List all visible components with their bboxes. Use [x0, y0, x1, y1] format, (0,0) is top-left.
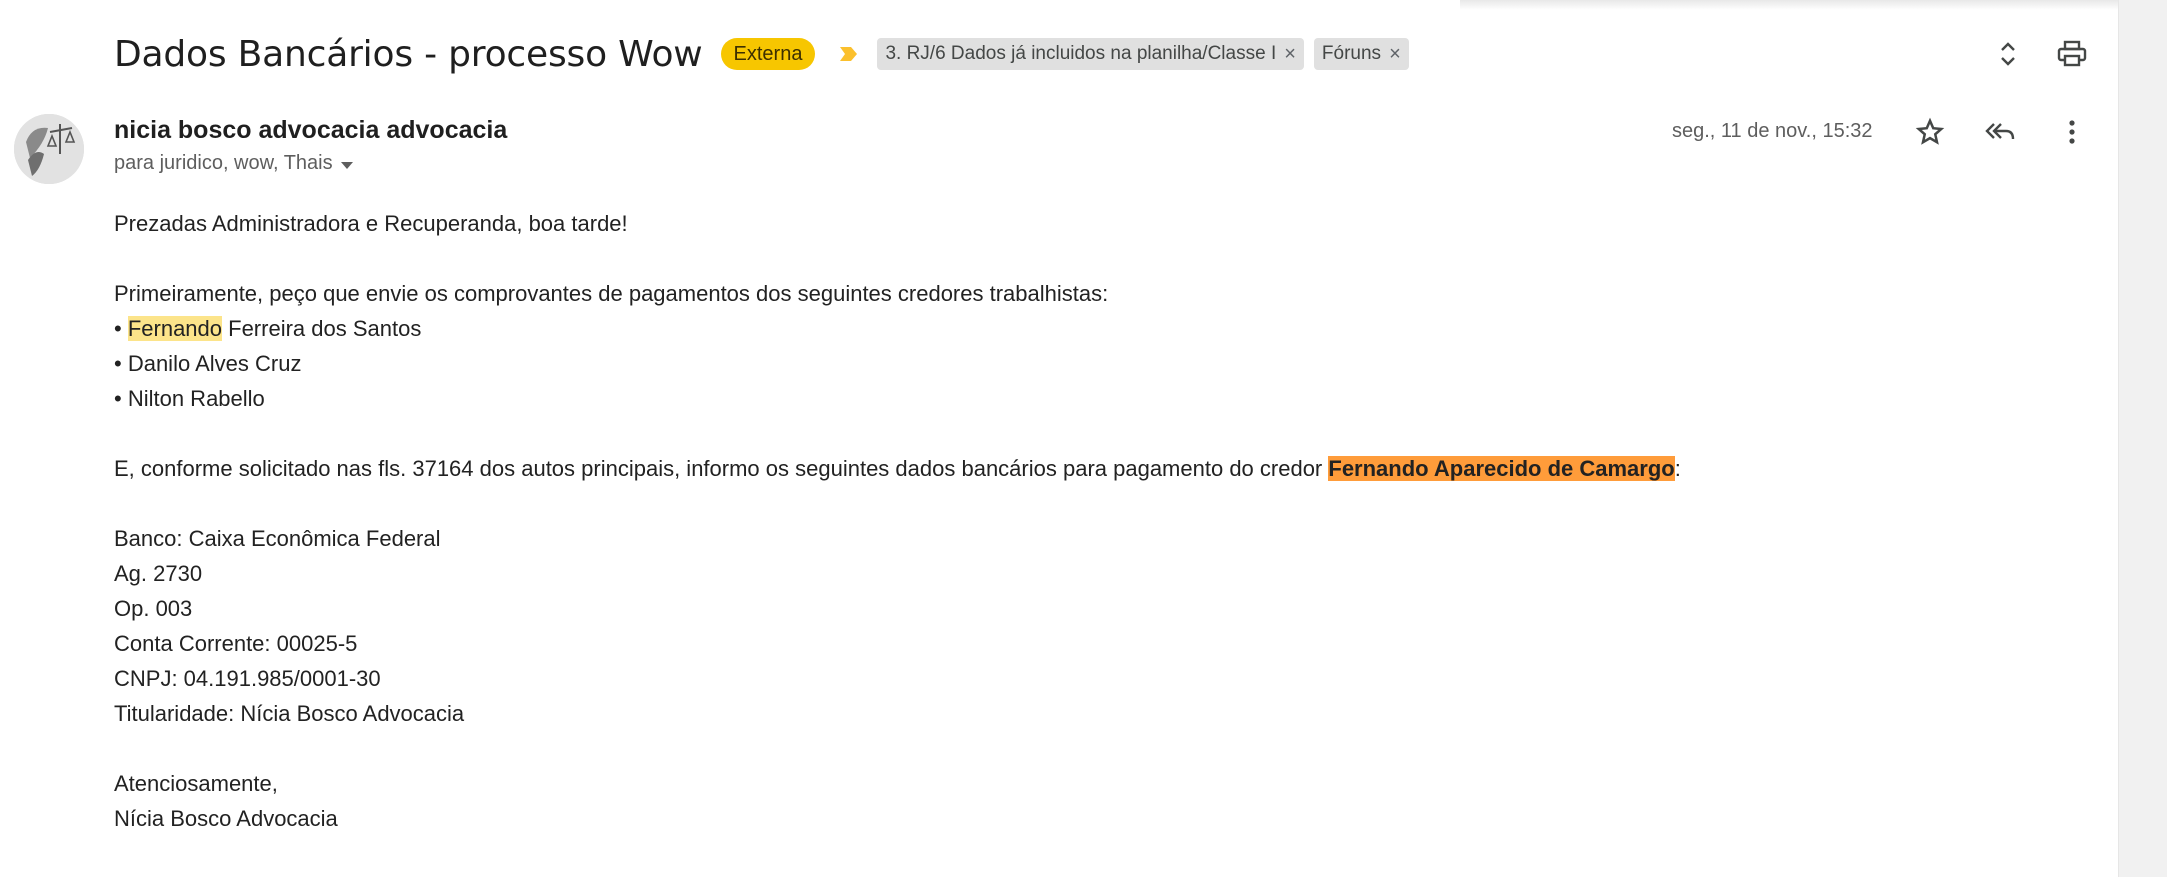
highlighted-creditor: Fernando Aparecido de Camargo	[1328, 456, 1675, 481]
bank-line-holder: Titularidade: Nícia Bosco Advocacia	[114, 701, 465, 726]
unfold-icon[interactable]	[1988, 34, 2028, 74]
request-suffix: :	[1674, 456, 1681, 481]
email-date: seg., 11 de nov., 15:32	[1672, 120, 1873, 142]
sender-name[interactable]: nicia bosco advocacia advocacia	[114, 116, 507, 145]
scrollbar[interactable]	[2118, 0, 2167, 877]
subject-row: Dados Bancários - processo Wow Externa 3…	[114, 28, 1409, 80]
label-chip-text: 3. RJ/6 Dados já incluidos na planilha/C…	[885, 43, 1277, 64]
email-subject: Dados Bancários - processo Wow	[114, 33, 703, 75]
label-chip-text: Fóruns	[1321, 43, 1382, 64]
request-text: E, conforme solicitado nas fls. 37164 do…	[114, 456, 1329, 481]
bank-line-account: Conta Corrente: 00025-5	[114, 631, 358, 656]
label-chip-rj6[interactable]: 3. RJ/6 Dados já incluidos na planilha/C…	[877, 38, 1304, 70]
recipients-text: para juridico, wow, Thais	[114, 152, 333, 174]
remove-label-icon[interactable]: ×	[1284, 41, 1296, 67]
remove-label-icon[interactable]: ×	[1389, 41, 1401, 67]
email-body: Prezadas Administradora e Recuperanda, b…	[114, 206, 2014, 836]
reply-all-icon[interactable]	[1980, 112, 2020, 152]
more-vert-icon[interactable]	[2052, 112, 2092, 152]
bank-line-operation: Op. 003	[114, 596, 193, 621]
star-icon[interactable]	[1910, 112, 1950, 152]
list-item: • Fernando Ferreira dos Santos	[114, 311, 2014, 346]
chevron-down-icon[interactable]	[340, 162, 353, 169]
bank-line-agency: Ag. 2730	[114, 561, 203, 586]
bank-line-cnpj: CNPJ: 04.191.985/0001-30	[114, 666, 381, 691]
label-externa[interactable]: Externa	[720, 38, 816, 70]
importance-marker-icon[interactable]	[837, 43, 859, 65]
label-chip-foruns[interactable]: Fóruns ×	[1313, 38, 1409, 70]
list-item: • Nilton Rabello	[114, 381, 2014, 416]
creditor-name-rest: Ferreira dos Santos	[222, 316, 422, 341]
bullet: •	[114, 386, 128, 411]
creditor-name: Danilo Alves Cruz	[127, 351, 302, 376]
body-signature: Nícia Bosco Advocacia	[114, 806, 338, 831]
creditor-name: Nilton Rabello	[127, 386, 265, 411]
print-icon[interactable]	[2052, 34, 2092, 74]
body-request: E, conforme solicitado nas fls. 37164 do…	[114, 451, 2014, 486]
body-greeting: Prezadas Administradora e Recuperanda, b…	[114, 211, 628, 236]
highlighted-name: Fernando	[127, 316, 223, 341]
bullet: •	[114, 316, 128, 341]
recipients-details[interactable]: para juridico, wow, Thais	[114, 152, 353, 175]
body-closing: Atenciosamente,	[114, 771, 278, 796]
body-intro: Primeiramente, peço que envie os comprov…	[114, 281, 1109, 306]
bank-line-bank: Banco: Caixa Econômica Federal	[114, 526, 441, 551]
list-item: • Danilo Alves Cruz	[114, 346, 2014, 381]
sender-avatar[interactable]	[14, 114, 84, 184]
window-top-shadow	[1460, 0, 2160, 10]
bullet: •	[114, 351, 128, 376]
